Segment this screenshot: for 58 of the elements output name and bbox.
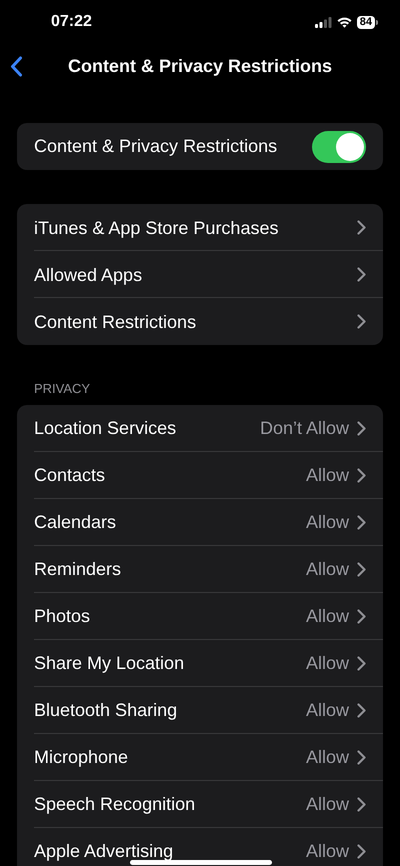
row-value: Allow [306, 840, 349, 862]
list-row[interactable]: Share My Location Allow [17, 640, 383, 686]
list-row[interactable]: Allowed Apps [17, 251, 383, 298]
list-row[interactable]: Apple Advertising Allow [17, 828, 383, 866]
row-label: Microphone [34, 746, 128, 768]
row-value: Allow [306, 464, 349, 486]
row-value: Allow [306, 652, 349, 674]
list-row[interactable]: Contacts Allow [17, 452, 383, 498]
battery-level: 84 [356, 16, 375, 28]
status-time: 07:22 [51, 12, 92, 32]
signal-icon [314, 16, 332, 28]
list-row[interactable]: iTunes & App Store Purchases [17, 204, 383, 251]
row-label: Apple Advertising [34, 840, 174, 862]
row-label: Allowed Apps [34, 264, 142, 286]
chevron-icon [357, 562, 366, 576]
row-value: Allow [306, 604, 349, 628]
toggle-switch[interactable] [312, 130, 366, 162]
row-value: Allow [306, 698, 349, 722]
chevron-icon [357, 314, 366, 329]
chevron-icon [357, 420, 366, 436]
chevron-icon [357, 750, 366, 764]
row-label: Content Restrictions [34, 310, 196, 332]
wifi-icon [336, 16, 352, 28]
row-value: Allow [306, 558, 349, 580]
list-row[interactable]: Location Services Don’t Allow [17, 404, 383, 452]
chevron-icon [357, 844, 366, 858]
chevron-icon [357, 608, 366, 624]
row-label: Bluetooth Sharing [34, 699, 178, 721]
chevron-icon [357, 514, 366, 530]
row-value: Allow [306, 792, 349, 816]
chevron-icon [357, 267, 366, 282]
row-value: Allow [306, 746, 349, 768]
list-row[interactable]: Photos Allow [17, 592, 383, 640]
back-icon[interactable] [10, 56, 23, 77]
row-label: Contacts [34, 464, 106, 486]
row-label: Location Services [34, 417, 176, 439]
row-label: Calendars [34, 511, 116, 533]
list-row[interactable]: Content Restrictions [17, 298, 383, 345]
section-header: PRIVACY [33, 380, 92, 398]
row-label: iTunes & App Store Purchases [34, 216, 278, 238]
list-row[interactable]: Reminders Allow [17, 546, 383, 592]
row-label: Photos [34, 605, 90, 627]
row-label: Reminders [34, 558, 122, 580]
list-row[interactable]: Bluetooth Sharing Allow [17, 686, 383, 734]
toggle-label: Content & Privacy Restrictions [34, 135, 278, 158]
row-value: Don’t Allow [260, 416, 349, 440]
chevron-icon [357, 702, 366, 718]
chevron-icon [357, 220, 366, 235]
list-row[interactable]: Calendars Allow [17, 498, 383, 546]
nav-title: Content & Privacy Restrictions [68, 55, 332, 78]
list-row[interactable]: Microphone Allow [17, 734, 383, 780]
list-row[interactable]: Speech Recognition Allow [17, 780, 383, 828]
row-label: Share My Location [34, 652, 184, 674]
row-label: Speech Recognition [34, 793, 196, 815]
chevron-icon [357, 796, 366, 812]
chevron-icon [357, 468, 366, 482]
row-value: Allow [306, 510, 349, 534]
chevron-icon [357, 656, 366, 670]
